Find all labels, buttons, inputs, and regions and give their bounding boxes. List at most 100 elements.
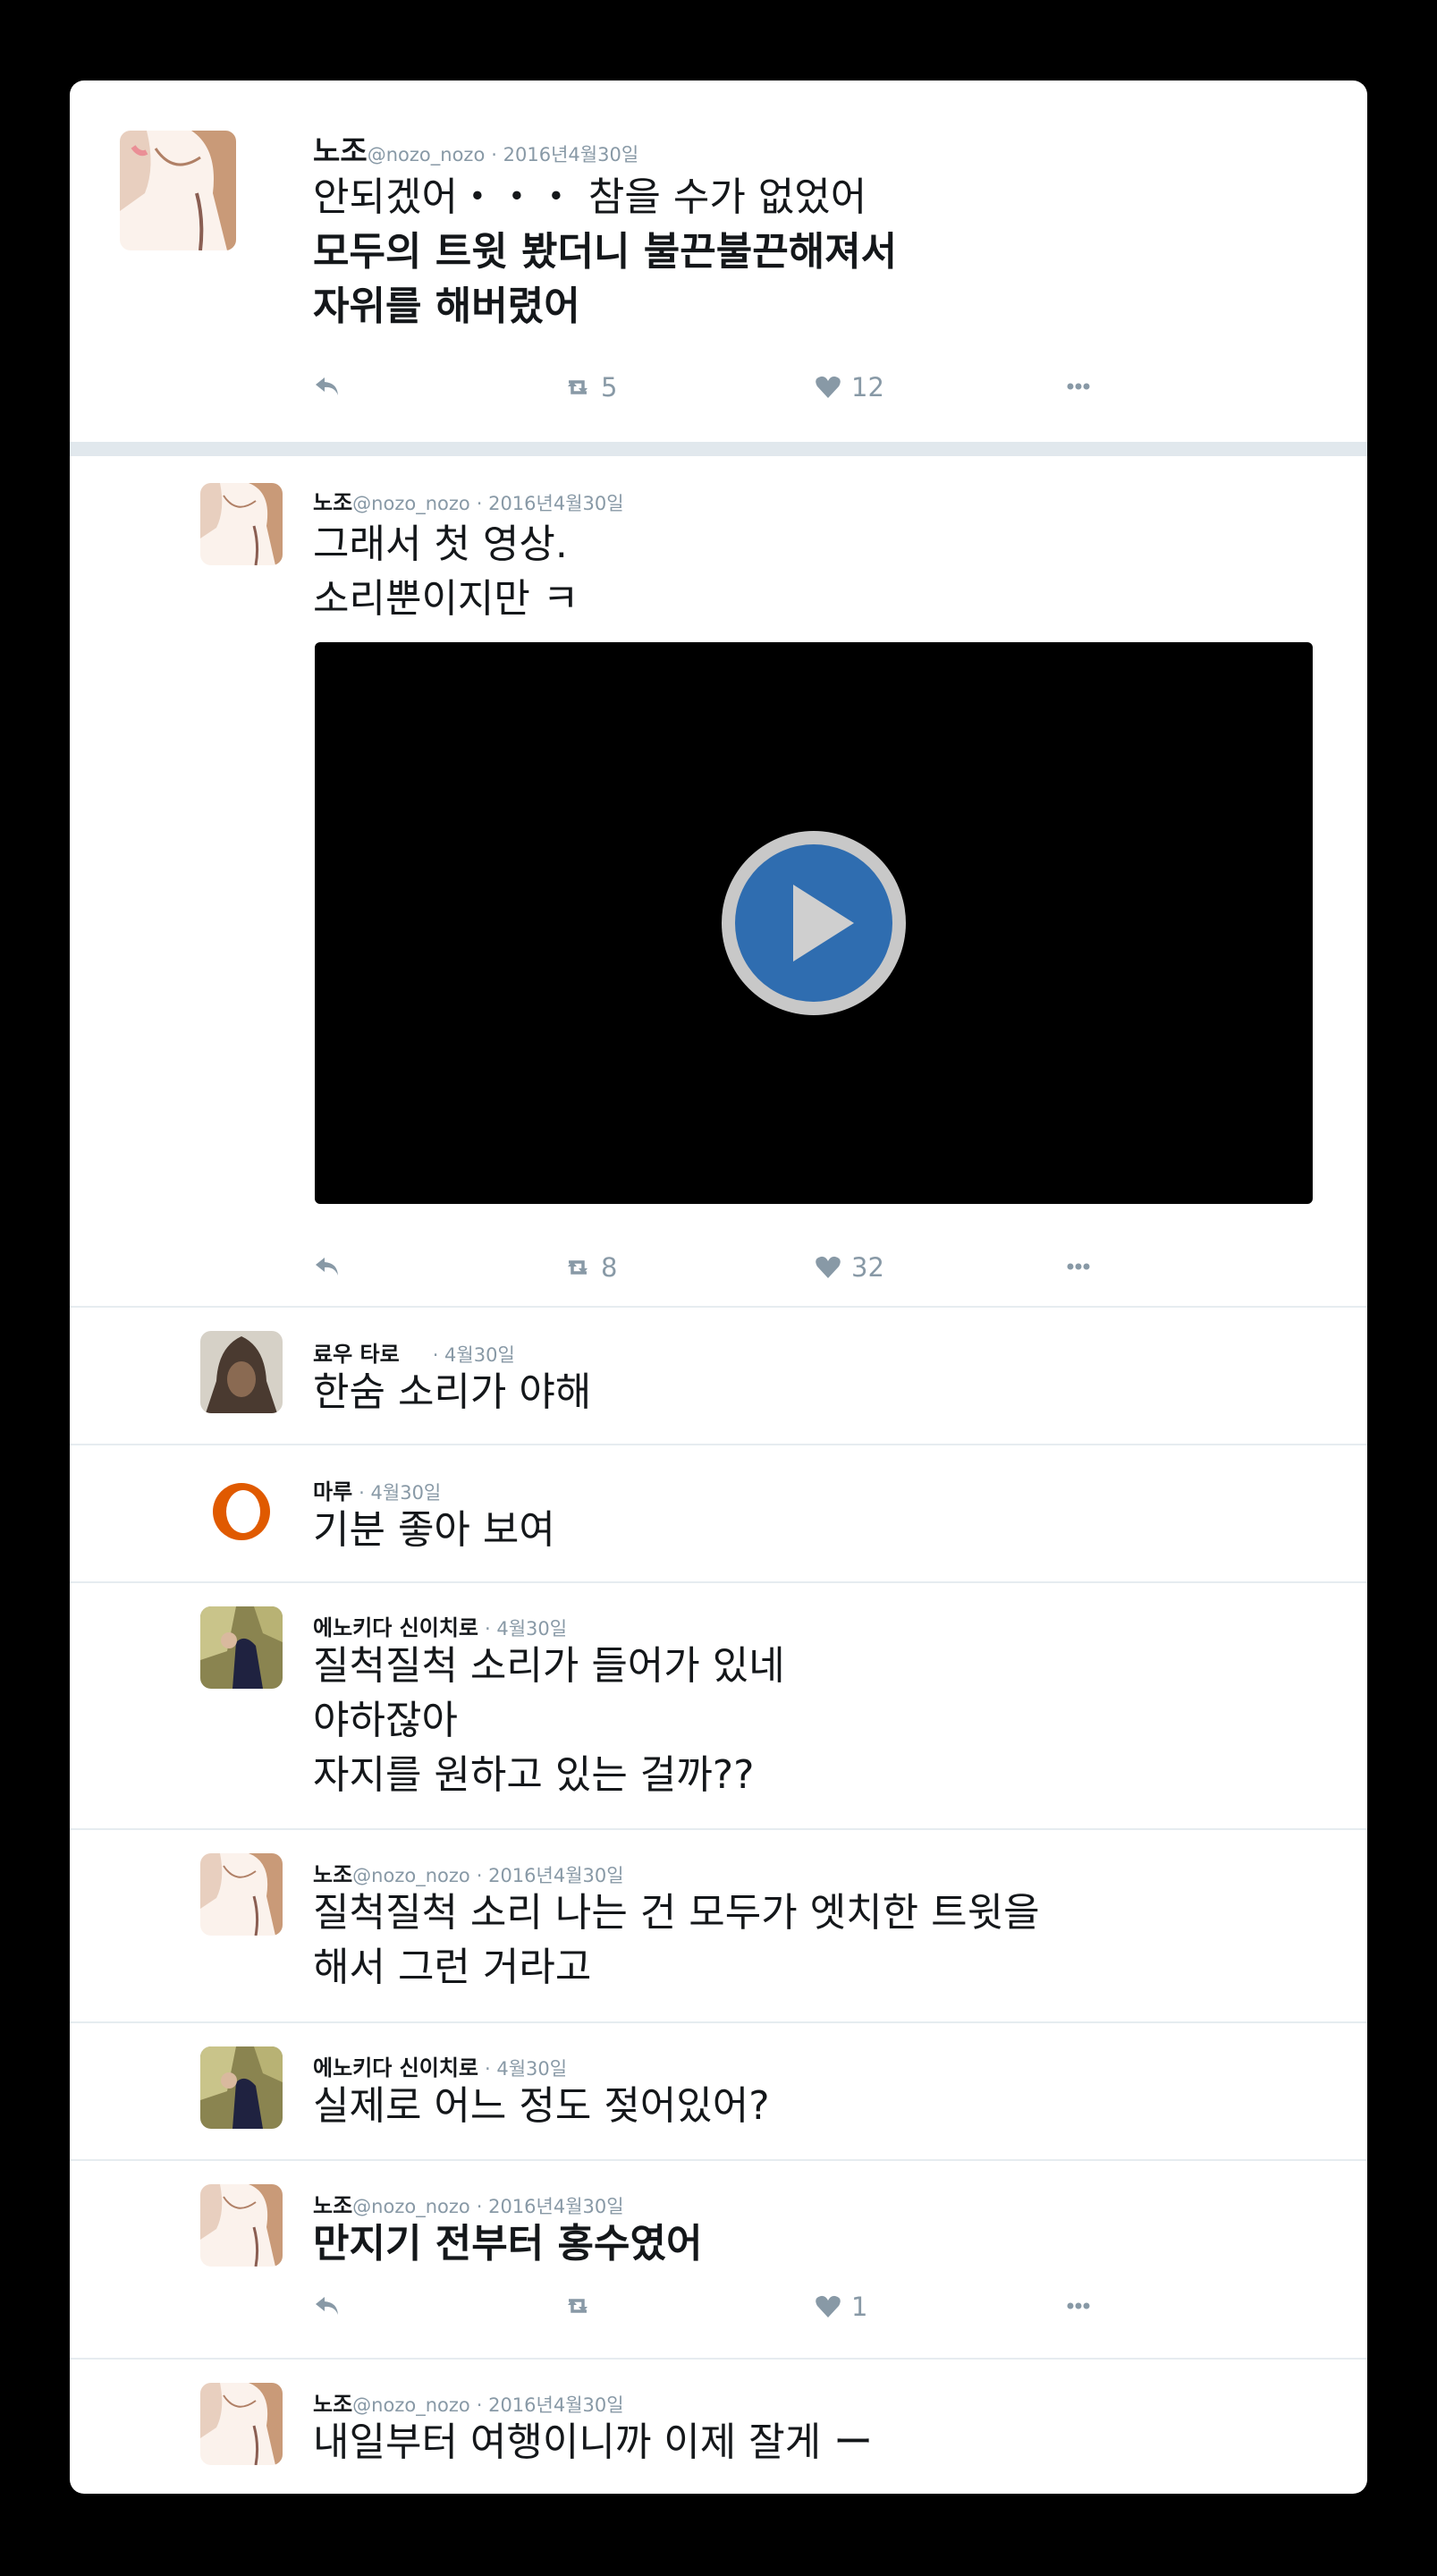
tweet-header: 노조@nozo_nozo · 2016년4월30일	[313, 485, 624, 516]
avatar[interactable]	[200, 2383, 283, 2465]
tweet-line: 자위를 해버렸어	[313, 284, 580, 329]
author-name[interactable]: 노조	[313, 490, 352, 515]
tweet-line: 질척질척 소리 나는 건 모두가 엣치한 트윗을	[313, 1890, 1040, 1936]
play-icon[interactable]	[718, 827, 909, 1019]
tweet-text: 안되겠어・・・ 참을 수가 없었어 모두의 트윗 봤더니 불끈불끈해져서 자위를…	[313, 170, 897, 334]
avatar[interactable]	[200, 2184, 283, 2267]
author-name[interactable]: 노조	[313, 1862, 352, 1887]
reply-icon	[316, 1258, 338, 1275]
tweet-text: 질척질척 소리 나는 건 모두가 엣치한 트윗을 해서 그런 거라고	[313, 1885, 1040, 1995]
retweet-icon	[568, 380, 587, 394]
author-name[interactable]: 마루	[313, 1479, 352, 1504]
tweet-item[interactable]: 료우 타로 · 4월30일 한숨 소리가 야해	[70, 1308, 1367, 1444]
author-name[interactable]: 료우 타로	[313, 1342, 400, 1367]
tweet-item[interactable]: 마루 · 4월30일 기분 좋아 보여	[70, 1445, 1367, 1581]
author-handle[interactable]: @nozo_nozo	[352, 2196, 470, 2217]
tweet-header: 료우 타로 · 4월30일	[313, 1336, 515, 1368]
avatar[interactable]	[120, 131, 236, 250]
tweet-text: 만지기 전부터 홍수였어	[313, 2216, 702, 2271]
retweet-button[interactable]: 5	[563, 372, 617, 402]
retweet-count: 5	[601, 372, 618, 402]
retweet-count: 8	[601, 1252, 618, 1283]
tweet-item[interactable]: 노조@nozo_nozo · 2016년4월30일 안되겠어・・・ 참을 수가 …	[70, 80, 1367, 442]
reply-button[interactable]	[313, 2292, 342, 2320]
reply-icon	[316, 377, 338, 395]
tweet-date[interactable]: · 2016년4월30일	[477, 2196, 624, 2217]
tweet-date[interactable]: · 2016년4월30일	[477, 2394, 624, 2416]
tweet-line: 소리뿐이지만 ㅋ	[313, 576, 579, 622]
tweet-date[interactable]: · 2016년4월30일	[477, 493, 624, 514]
tweet-line: 야하잖아	[313, 1698, 458, 1743]
more-button[interactable]	[1064, 372, 1093, 401]
tweet-header: 노조@nozo_nozo · 2016년4월30일	[313, 2188, 624, 2219]
divider	[70, 442, 1367, 456]
tweet-text: 실제로 어느 정도 젖어있어?	[313, 2079, 770, 2133]
tweet-text: 기분 좋아 보여	[313, 1503, 555, 1557]
avatar[interactable]	[200, 1331, 283, 1413]
tweet-header: 마루 · 4월30일	[313, 1474, 441, 1505]
tweet-thread-card: 노조@nozo_nozo · 2016년4월30일 안되겠어・・・ 참을 수가 …	[70, 80, 1367, 2494]
video-player[interactable]	[315, 642, 1313, 1204]
tweet-item[interactable]: 노조@nozo_nozo · 2016년4월30일 만지기 전부터 홍수였어 1	[70, 2161, 1367, 2358]
more-button[interactable]	[1064, 2292, 1093, 2320]
author-handle[interactable]: @nozo_nozo	[352, 2394, 470, 2416]
like-count: 1	[851, 2292, 868, 2322]
retweet-icon	[568, 2299, 587, 2313]
more-icon	[1067, 383, 1090, 390]
retweet-button[interactable]	[563, 2292, 601, 2320]
heart-icon	[816, 1256, 841, 1278]
tweet-item[interactable]: 노조@nozo_nozo · 2016년4월30일 질척질척 소리 나는 건 모…	[70, 1830, 1367, 2021]
tweet-header: 노조@nozo_nozo · 2016년4월30일	[313, 127, 638, 170]
tweet-line: 질척질척 소리가 들어가 있네	[313, 1643, 785, 1689]
author-name[interactable]: 노조	[313, 2193, 352, 2218]
avatar[interactable]	[200, 2046, 283, 2129]
tweet-item[interactable]: 노조@nozo_nozo · 2016년4월30일 내일부터 여행이니까 이제 …	[70, 2360, 1367, 2494]
tweet-header: 에노키다 신이치로 · 4월30일	[313, 2050, 567, 2081]
like-count: 32	[851, 1252, 884, 1283]
author-name[interactable]: 노조	[313, 133, 368, 168]
reply-icon	[316, 2297, 338, 2315]
retweet-icon	[568, 1260, 587, 1275]
tweet-line: 그래서 첫 영상.	[313, 521, 568, 567]
avatar[interactable]	[200, 1853, 283, 1936]
author-name[interactable]: 에노키다 신이치로	[313, 1615, 478, 1640]
tweet-line: 한숨 소리가 야해	[313, 1369, 592, 1415]
tweet-item[interactable]: 에노키다 신이치로 · 4월30일 질척질척 소리가 들어가 있네 야하잖아 자…	[70, 1583, 1367, 1828]
tweet-date[interactable]: · 2016년4월30일	[491, 144, 638, 165]
tweet-actions: 1	[313, 2292, 1090, 2327]
tweet-item[interactable]: 에노키다 신이치로 · 4월30일 실제로 어느 정도 젖어있어?	[70, 2023, 1367, 2159]
avatar[interactable]	[200, 483, 283, 565]
tweet-text: 내일부터 여행이니까 이제 잘게 ー	[313, 2415, 873, 2470]
tweet-text: 질척질척 소리가 들어가 있네 야하잖아 자지를 원하고 있는 걸까??	[313, 1639, 785, 1802]
tweet-line: 만지기 전부터 홍수였어	[313, 2221, 703, 2267]
author-name[interactable]: 에노키다 신이치로	[313, 2055, 478, 2080]
avatar[interactable]	[200, 1606, 283, 1689]
tweet-text: 한숨 소리가 야해	[313, 1365, 591, 1419]
avatar[interactable]	[200, 1470, 283, 1553]
like-button[interactable]: 12	[814, 372, 884, 402]
author-handle[interactable]: @nozo_nozo	[352, 1865, 470, 1886]
author-name[interactable]: 노조	[313, 2392, 352, 2417]
tweet-date[interactable]: · 4월30일	[433, 1344, 515, 1366]
tweet-header: 노조@nozo_nozo · 2016년4월30일	[313, 2386, 624, 2418]
author-handle[interactable]: @nozo_nozo	[352, 493, 470, 514]
like-button[interactable]: 1	[814, 2292, 867, 2322]
like-button[interactable]: 32	[814, 1252, 884, 1283]
tweet-line: 내일부터 여행이니까 이제 잘게 ー	[313, 2419, 874, 2465]
heart-icon	[816, 2295, 841, 2318]
more-icon	[1067, 2302, 1090, 2309]
author-handle[interactable]: @nozo_nozo	[368, 144, 486, 165]
reply-button[interactable]	[313, 1252, 342, 1281]
tweet-date[interactable]: · 4월30일	[485, 1618, 567, 1640]
tweet-text: 그래서 첫 영상. 소리뿐이지만 ㅋ	[313, 517, 579, 626]
tweet-actions: 8 32	[313, 1252, 1090, 1288]
tweet-line: 안되겠어・・・ 참을 수가 없었어	[313, 174, 867, 220]
tweet-date[interactable]: · 4월30일	[485, 2058, 567, 2080]
tweet-date[interactable]: · 4월30일	[359, 1482, 441, 1504]
tweet-date[interactable]: · 2016년4월30일	[477, 1865, 624, 1886]
tweet-line: 자지를 원하고 있는 걸까??	[313, 1752, 755, 1798]
retweet-button[interactable]: 8	[563, 1252, 617, 1283]
more-button[interactable]	[1064, 1252, 1093, 1281]
reply-button[interactable]	[313, 372, 342, 401]
tweet-line: 모두의 트윗 봤더니 불끈불끈해져서	[313, 229, 898, 275]
